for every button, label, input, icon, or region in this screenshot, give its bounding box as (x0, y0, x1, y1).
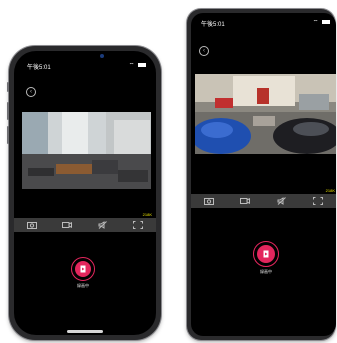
left-phone-side-button-2 (7, 102, 9, 120)
record-button[interactable] (71, 257, 95, 281)
wifi-icon: ⌔ (128, 63, 135, 69)
back-button[interactable]: ‹ (199, 46, 209, 56)
status-time: 午後5:01 (201, 22, 225, 28)
wifi-icon: ⌔ (312, 20, 319, 26)
video-frame-interior (195, 74, 336, 154)
front-camera (100, 54, 104, 58)
mute-icon[interactable] (97, 220, 109, 230)
mute-icon[interactable] (276, 196, 288, 206)
record-icon (80, 265, 86, 273)
camera-icon[interactable] (26, 220, 38, 230)
record-indicator[interactable]: 録画中 (253, 241, 279, 275)
left-phone-screen: 午後5:01 ⌔ ‹ 218K 録画中 (14, 51, 156, 335)
fullscreen-icon[interactable] (312, 196, 324, 206)
fullscreen-icon[interactable] (132, 220, 144, 230)
record-button[interactable] (253, 241, 279, 267)
left-phone-side-button-1 (7, 82, 9, 92)
video-icon[interactable] (239, 196, 251, 206)
record-indicator[interactable]: 録画中 (71, 257, 95, 289)
right-phone-frame: 午後5:01 ⌔ ‹ 218K 録画中 (187, 9, 336, 340)
control-toolbar (14, 218, 156, 232)
status-time: 午後5:01 (27, 65, 51, 71)
video-view (22, 112, 151, 189)
battery-icon (138, 63, 146, 68)
back-button[interactable]: ‹ (26, 87, 36, 97)
video-view (195, 74, 336, 154)
home-indicator (67, 330, 103, 333)
camera-icon[interactable] (203, 196, 215, 206)
video-icon[interactable] (61, 220, 73, 230)
left-phone-side-button-3 (7, 126, 9, 144)
status-icons: ⌔ (313, 18, 330, 26)
record-icon (263, 250, 269, 258)
status-icons: ⌔ (129, 61, 146, 69)
bitrate-readout: 218K (142, 212, 152, 217)
video-frame-interior (22, 112, 151, 189)
record-label: 録画中 (77, 283, 89, 288)
record-label: 録画中 (260, 269, 272, 274)
battery-icon (322, 20, 330, 25)
left-phone-notch (56, 51, 114, 61)
right-phone-screen: 午後5:01 ⌔ ‹ 218K 録画中 (191, 13, 336, 336)
left-phone-frame: 午後5:01 ⌔ ‹ 218K 録画中 (7, 46, 161, 340)
bitrate-readout: 218K (325, 188, 335, 193)
control-toolbar (191, 194, 336, 208)
